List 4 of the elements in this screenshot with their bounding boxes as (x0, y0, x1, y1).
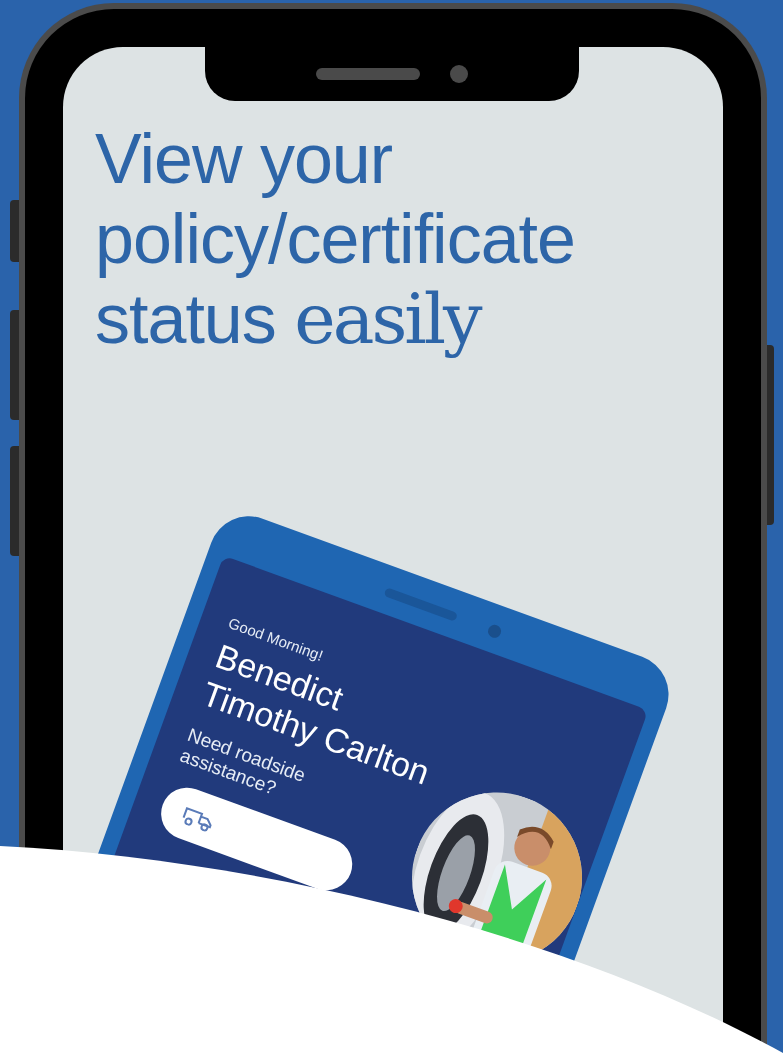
headline: View your policy/certificate status easily (95, 119, 576, 359)
camera-icon (450, 65, 468, 83)
camera-icon (486, 623, 503, 640)
speaker-icon (316, 68, 420, 80)
